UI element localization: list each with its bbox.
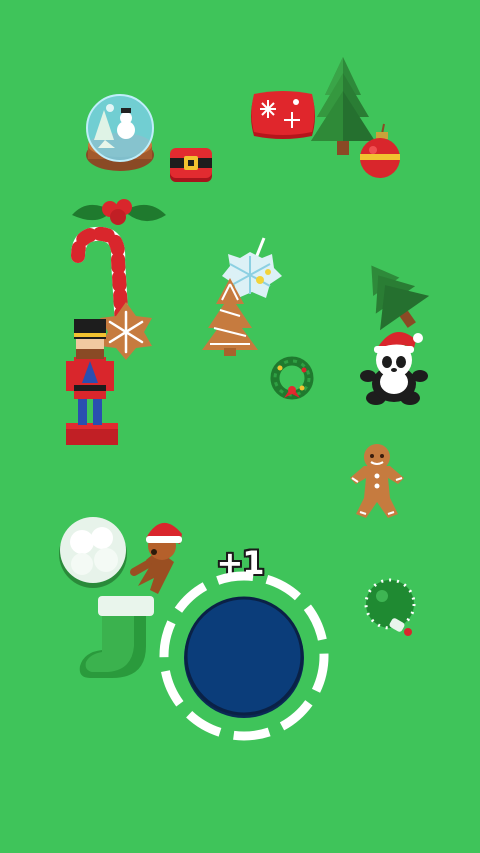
ornament-icon [364, 578, 416, 636]
snowy-bush [54, 512, 132, 590]
ornament-icon [360, 123, 400, 178]
tree-cookie [200, 276, 260, 358]
panda-icon [360, 332, 428, 405]
santa-belt-box [168, 146, 214, 184]
snow-globe [80, 90, 160, 185]
pine-tree-icon [371, 265, 430, 331]
wreath [266, 356, 318, 404]
player-hole[interactable] [154, 566, 334, 746]
gingerbread-icon [350, 444, 404, 518]
panda-santa [358, 326, 432, 410]
gingerbread-man [346, 440, 408, 520]
hole-icon [159, 571, 329, 741]
bush-icon [59, 517, 127, 588]
tree-cookie-icon [202, 278, 258, 356]
santa-belt-icon [170, 148, 212, 182]
nutcracker [62, 315, 122, 450]
nutcracker-icon [66, 319, 118, 445]
green-ornament [362, 574, 420, 638]
red-ornament [356, 122, 404, 180]
wreath-icon [270, 356, 314, 400]
fallen-pine-tree [356, 255, 430, 333]
snow-globe-icon [86, 94, 154, 171]
